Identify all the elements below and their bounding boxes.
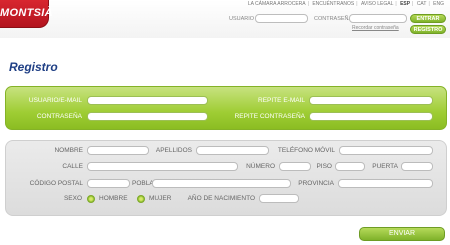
- nav-link-camara[interactable]: LA CÁMARA ARROCERA: [248, 1, 306, 7]
- nav-separator: |: [307, 1, 309, 7]
- female-label: MUJER: [149, 195, 172, 202]
- password-label: CONTRASEÑA: [36, 113, 82, 120]
- birth-year-label: AÑO DE NACIMIENTO: [187, 195, 255, 202]
- city-label: POBLACIÓN: [132, 180, 170, 187]
- floor-label: PISO: [316, 163, 332, 170]
- male-label: HOMBRE: [99, 195, 128, 202]
- door-label: PUERTA: [372, 163, 398, 170]
- login-password-label: CONTRASEÑA: [314, 16, 353, 22]
- mobile-input[interactable]: [339, 146, 433, 155]
- floor-input[interactable]: [335, 162, 365, 171]
- name-input[interactable]: [87, 146, 149, 155]
- enter-button[interactable]: ENTRAR: [410, 14, 446, 23]
- postal-code-input[interactable]: [87, 179, 130, 188]
- repeat-password-label: REPITE CONTRASEÑA: [234, 113, 305, 120]
- female-radio[interactable]: [137, 195, 145, 203]
- province-label: PROVINCIA: [298, 180, 334, 187]
- login-password-input[interactable]: [349, 14, 407, 23]
- nav-separator: |: [395, 1, 397, 7]
- nav-separator: |: [412, 1, 414, 7]
- street-label: CALLE: [62, 163, 83, 170]
- lang-eng[interactable]: ENG: [433, 1, 444, 7]
- birth-year-input[interactable]: [259, 194, 299, 203]
- nav-separator: |: [356, 1, 358, 7]
- street-input[interactable]: [87, 162, 238, 171]
- register-button[interactable]: REGISTRO: [410, 25, 446, 34]
- password-input[interactable]: [87, 112, 208, 121]
- top-navigation: LA CÁMARA ARROCERA | ENCUÉNTRANOS | AVISO …: [246, 1, 446, 7]
- lang-cat[interactable]: CAT: [417, 1, 427, 7]
- repeat-email-label: REPITE E-MAIL: [258, 97, 305, 104]
- login-user-input[interactable]: [255, 14, 308, 23]
- lang-esp[interactable]: ESP: [400, 1, 410, 7]
- login-user-label: USUARIO: [229, 16, 255, 22]
- send-button[interactable]: ENVIAR: [359, 227, 445, 241]
- forgot-password-link[interactable]: Recordar contraseña: [352, 25, 399, 31]
- door-input[interactable]: [401, 162, 433, 171]
- mobile-label: TELÉFONO MÓVIL: [277, 147, 335, 154]
- city-input[interactable]: [152, 179, 291, 188]
- repeat-password-input[interactable]: [309, 112, 433, 121]
- number-input[interactable]: [279, 162, 311, 171]
- nav-link-aviso-legal[interactable]: AVISO LEGAL: [361, 1, 393, 7]
- number-label: NÚMERO: [246, 163, 275, 170]
- name-label: NOMBRE: [54, 147, 83, 154]
- surname-input[interactable]: [196, 146, 269, 155]
- nav-separator: |: [428, 1, 430, 7]
- user-email-input[interactable]: [87, 96, 208, 105]
- page-title: Registro: [9, 60, 58, 74]
- account-panel: [5, 86, 447, 130]
- sex-label: SEXO: [63, 195, 82, 202]
- repeat-email-input[interactable]: [309, 96, 433, 105]
- surname-label: APELLIDOS: [155, 147, 192, 154]
- nav-link-encuentranos[interactable]: ENCUÉNTRANOS: [312, 1, 354, 7]
- user-email-label: USUARIO/E-MAIL: [28, 97, 82, 104]
- province-input[interactable]: [338, 179, 433, 188]
- montsia-logo[interactable]: MONTSIÀ: [0, 0, 53, 28]
- postal-code-label: CÓDIGO POSTAL: [29, 180, 83, 187]
- male-radio[interactable]: [87, 195, 95, 203]
